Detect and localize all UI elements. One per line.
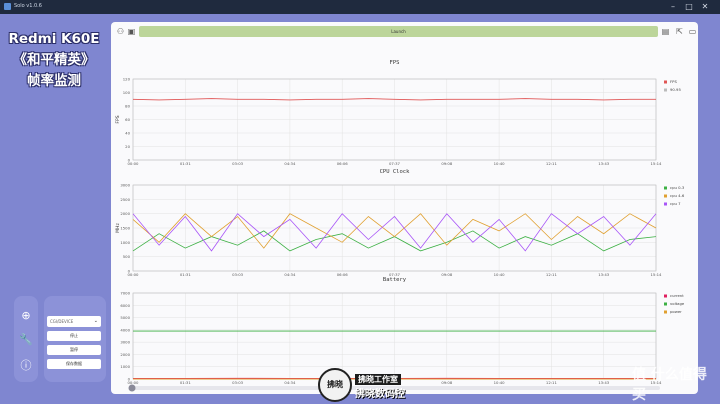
chart-title: CPU Clock: [380, 169, 410, 175]
promo-subtitle: 帧率监测: [27, 73, 81, 89]
title-bar: Solo v1.0.6 – □ ✕: [0, 0, 720, 14]
chart-title: Battery: [383, 277, 407, 283]
y-tick-label: 3000: [120, 340, 130, 345]
promo-game: 《和平精英》: [13, 52, 95, 68]
y-tick-label: 1000: [120, 364, 130, 369]
maximize-button[interactable]: □: [682, 2, 696, 12]
legend-swatch: [664, 80, 667, 84]
y-tick-label: 120: [123, 77, 131, 82]
y-axis-label: FPS: [115, 115, 121, 123]
x-tick-label: 13:43: [598, 161, 610, 166]
x-tick-label: 04:34: [284, 272, 296, 277]
pause-button[interactable]: 暂停: [47, 345, 101, 355]
promo-title: Redmi K60E: [8, 31, 100, 47]
chevron-down-icon: ⌄: [93, 318, 98, 324]
y-tick-label: 3000: [120, 183, 130, 188]
chart-title: FPS: [390, 60, 400, 66]
x-tick-label: 10:40: [494, 161, 506, 166]
x-tick-label: 10:40: [494, 272, 506, 277]
legend-swatch: [664, 186, 667, 190]
window-title: Solo v1.0.6: [14, 3, 42, 9]
legend-label: current: [670, 293, 684, 298]
save-data-button[interactable]: 保存数据: [47, 359, 101, 369]
info-icon[interactable]: ⓘ: [18, 358, 34, 374]
x-tick-label: 04:34: [284, 161, 296, 166]
legend-swatch: [664, 88, 667, 92]
timeline-handle: [128, 384, 136, 392]
watermark-badge: 拂晓: [318, 368, 352, 402]
y-tick-label: 80: [125, 104, 130, 109]
x-tick-label: 00:00: [128, 161, 140, 166]
watermark-brand: 拂晓数码控: [355, 389, 405, 400]
x-tick-label: 01:31: [180, 161, 192, 166]
y-tick-label: 500: [123, 254, 131, 259]
y-tick-label: 4000: [120, 327, 130, 332]
y-tick-label: 2000: [120, 352, 130, 357]
app-icon: [4, 3, 11, 10]
x-tick-label: 01:31: [180, 272, 192, 277]
x-tick-label: 03:03: [232, 161, 244, 166]
legend-swatch: [664, 294, 667, 298]
x-tick-label: 13:43: [598, 272, 610, 277]
legend-label: voltage: [670, 301, 685, 306]
y-tick-label: 40: [125, 131, 130, 136]
x-tick-label: 06:06: [337, 272, 349, 277]
legend-label: FPS: [670, 79, 677, 84]
promo-overlay: Redmi K60E 《和平精英》 帧率监测: [4, 29, 104, 92]
x-tick-label: 12:11: [546, 272, 558, 277]
legend-swatch: [664, 202, 667, 206]
legend-label: cpu 7: [670, 201, 681, 206]
y-tick-label: 6000: [120, 303, 130, 308]
x-tick-label: 01:31: [180, 380, 192, 385]
x-tick-label: 04:34: [284, 380, 296, 385]
main-area: ⚇ ▣ Launch ▤ ⇱ ▭ FPS FPS 0 20 40 60 80 100 120 00…: [108, 14, 720, 404]
y-tick-label: 1500: [120, 226, 130, 231]
x-tick-label: 12:11: [546, 161, 558, 166]
x-tick-label: 00:00: [128, 380, 140, 385]
y-tick-label: 5000: [120, 315, 130, 320]
y-tick-label: 1000: [120, 240, 130, 245]
legend-label: power: [670, 309, 682, 314]
device-select-value: CGI/DEVICE: [50, 319, 74, 324]
y-tick-label: 20: [125, 144, 130, 149]
watermark-site: 值 什么值得买: [632, 367, 707, 403]
y-tick-label: 100: [123, 90, 131, 95]
y-tick-label: 2000: [120, 211, 130, 216]
charts-svg: FPSFPS02040608010012000:00 01:31 03:03 04:3…: [115, 60, 685, 392]
sidebar-icon-column: ⊕ 🔧 ⓘ: [14, 296, 38, 382]
x-tick-label: 03:03: [232, 272, 244, 277]
x-tick-label: 09:08: [441, 272, 453, 277]
legend-label: cpu 0-3: [670, 185, 685, 190]
x-tick-label: 00:00: [128, 272, 140, 277]
legend-label: cpu 4-6: [670, 193, 685, 198]
x-tick-label: 06:06: [337, 161, 349, 166]
add-circle-icon[interactable]: ⊕: [18, 308, 34, 324]
legend-label: 90.95: [670, 87, 681, 92]
x-tick-label: 03:03: [232, 380, 244, 385]
x-tick-label: 09:08: [441, 161, 453, 166]
legend-swatch: [664, 310, 667, 314]
watermark-studio: 拂晓工作室: [355, 374, 401, 385]
x-tick-label: 12:11: [546, 380, 558, 385]
stop-button[interactable]: 停止: [47, 331, 101, 341]
minimize-button[interactable]: –: [666, 2, 680, 12]
device-select[interactable]: CGI/DEVICE ⌄: [47, 316, 101, 327]
x-tick-label: 15:14: [651, 161, 663, 166]
chart-panel: ⚇ ▣ Launch ▤ ⇱ ▭ FPS FPS 0 20 40 60 80 100 120 00…: [111, 22, 698, 394]
y-tick-label: 60: [125, 117, 130, 122]
legend-swatch: [664, 194, 667, 198]
x-tick-label: 09:08: [441, 380, 453, 385]
wrench-icon[interactable]: 🔧: [18, 332, 34, 348]
legend-swatch: [664, 302, 667, 306]
control-panel: CGI/DEVICE ⌄ 停止 暂停 保存数据: [44, 296, 106, 382]
close-button[interactable]: ✕: [698, 2, 712, 12]
y-tick-label: 7000: [120, 291, 130, 296]
x-tick-label: 13:43: [598, 380, 610, 385]
x-tick-label: 10:40: [494, 380, 506, 385]
x-tick-label: 15:14: [651, 272, 663, 277]
x-tick-label: 07:37: [389, 161, 401, 166]
y-tick-label: 2500: [120, 197, 130, 202]
